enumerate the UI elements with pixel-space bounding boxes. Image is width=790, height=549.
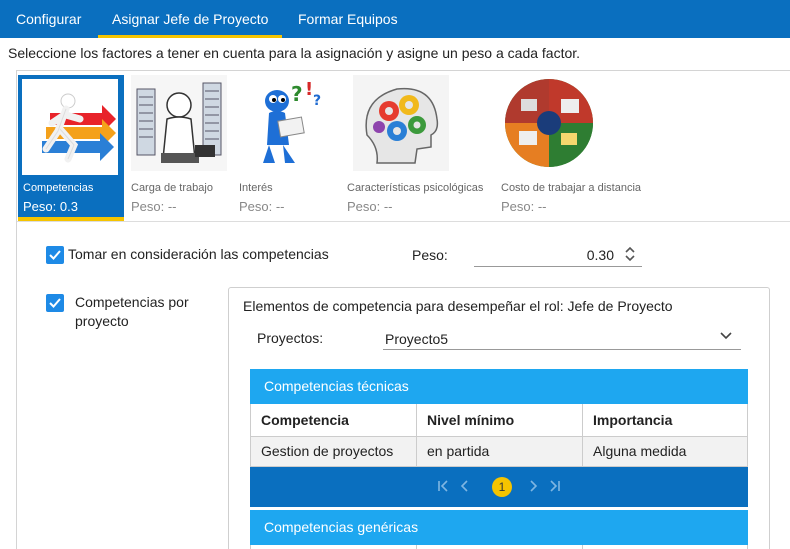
svg-text:?: ?	[291, 82, 303, 106]
technical-table: Competencia Nivel mínimo Importancia Ges…	[250, 404, 748, 467]
factor-weight: Peso: 0.3	[23, 199, 78, 214]
technical-grid-pager: 1	[250, 466, 748, 507]
factor-weight: Peso: --	[239, 199, 285, 214]
competencias-por-proyecto-label-line1: Competencias por	[75, 294, 189, 310]
chevron-down-icon	[720, 332, 732, 340]
factor-costo-distancia[interactable]: Costo de trabajar a distancia Peso: --	[501, 75, 651, 221]
competency-elements-box: Elementos de competencia para desempeñar…	[228, 287, 770, 549]
first-page-icon[interactable]	[436, 479, 450, 493]
generic-grid-header-stub	[250, 545, 748, 549]
svg-text:?: ?	[313, 93, 321, 109]
technical-grid-title: Competencias técnicas	[250, 369, 748, 404]
check-icon	[49, 250, 61, 260]
column-header-nivel-minimo[interactable]: Nivel mínimo	[416, 404, 583, 437]
column-header-importancia[interactable]: Importancia	[582, 404, 748, 437]
column-header-competencia[interactable]: Competencia	[250, 404, 417, 437]
projects-label: Proyectos:	[257, 330, 324, 346]
factor-interes[interactable]: ? ! ? Interés Peso: --	[239, 75, 339, 221]
factor-weight: Peso: --	[347, 199, 393, 214]
generic-grid-title: Competencias genéricas	[250, 510, 748, 545]
weight-value: 0.30	[586, 247, 614, 263]
current-page-indicator[interactable]: 1	[492, 476, 512, 497]
weight-label: Peso:	[412, 247, 448, 263]
cell-competencia: Gestion de proyectos	[250, 435, 417, 467]
tab-configurar[interactable]: Configurar	[16, 0, 81, 38]
generic-competencies-grid: Competencias genéricas	[250, 510, 748, 549]
top-navigation: Configurar Asignar Jefe de Proyecto Form…	[0, 0, 790, 38]
consider-competencias-checkbox[interactable]	[46, 246, 64, 264]
factor-name: Carga de trabajo	[131, 182, 213, 194]
curious-figure-reading-icon: ? ! ?	[239, 75, 335, 171]
spinner-icon[interactable]	[624, 245, 636, 263]
competencias-por-proyecto-label-line2: proyecto	[75, 313, 129, 329]
factor-strip: Competencias Peso: 0.3 Carga de trabajo …	[17, 71, 790, 222]
competencias-por-proyecto-checkbox[interactable]	[46, 294, 64, 312]
factor-name: Competencias	[23, 182, 94, 194]
consider-competencias-label: Tomar en consideración las competencias	[68, 246, 329, 262]
technical-competencies-grid: Competencias técnicas Competencia Nivel …	[250, 369, 748, 507]
weight-input[interactable]: 0.30	[474, 243, 642, 267]
table-row[interactable]: Gestion de proyectos en partida Alguna m…	[250, 435, 748, 467]
tab-asignar-jefe[interactable]: Asignar Jefe de Proyecto	[98, 0, 283, 38]
factor-name: Características psicológicas	[347, 182, 484, 194]
next-page-icon[interactable]	[526, 479, 540, 493]
last-page-icon[interactable]	[548, 479, 562, 493]
tab-formar-equipos[interactable]: Formar Equipos	[298, 0, 398, 38]
projects-selected-value: Proyecto5	[385, 331, 449, 347]
overworked-person-icon	[131, 75, 227, 171]
factor-weight: Peso: --	[501, 199, 547, 214]
check-icon	[49, 298, 61, 308]
factor-competencias[interactable]: Competencias Peso: 0.3	[18, 75, 124, 221]
cell-importancia: Alguna medida	[582, 435, 748, 467]
instruction-text: Seleccione los factores a tener en cuent…	[8, 45, 581, 61]
factor-carga-trabajo[interactable]: Carga de trabajo Peso: --	[131, 75, 231, 221]
projects-dropdown[interactable]: Proyecto5	[383, 326, 741, 350]
head-with-gears-icon	[353, 75, 449, 171]
factor-caracteristicas[interactable]: Características psicológicas Peso: --	[347, 75, 493, 221]
table-header-row: Competencia Nivel mínimo Importancia	[250, 404, 748, 437]
previous-page-icon[interactable]	[458, 479, 472, 493]
svg-text:!: !	[305, 79, 313, 100]
competency-box-title: Elementos de competencia para desempeñar…	[243, 298, 673, 314]
cell-nivel-minimo: en partida	[416, 435, 583, 467]
factor-panel: Competencias Peso: 0.3 Carga de trabajo …	[16, 70, 790, 549]
running-figure-arrows-icon	[22, 79, 118, 175]
remote-work-collage-icon	[501, 75, 597, 171]
factor-weight: Peso: --	[131, 199, 177, 214]
factor-name: Interés	[239, 182, 273, 194]
factor-name: Costo de trabajar a distancia	[501, 182, 642, 194]
